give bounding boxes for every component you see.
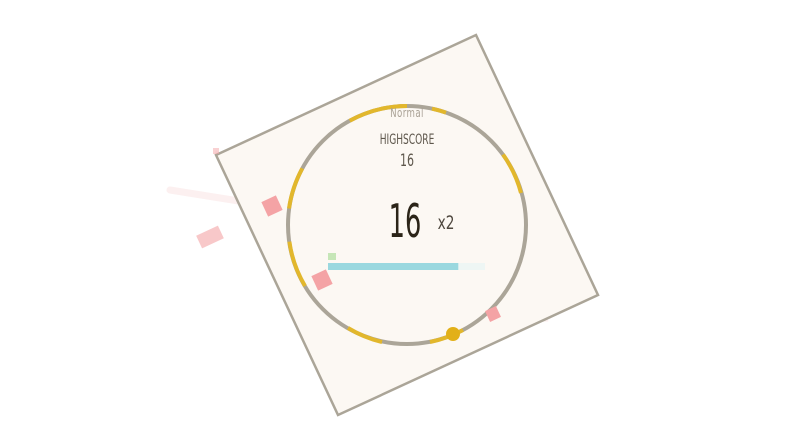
enemy-square: [213, 148, 219, 154]
arena-board: [214, 33, 600, 417]
game-canvas[interactable]: [0, 0, 812, 421]
enemy-square: [196, 225, 224, 249]
player-dot[interactable]: [446, 327, 460, 341]
progress-bar-fill: [328, 263, 459, 270]
progress-marker: [328, 253, 336, 260]
